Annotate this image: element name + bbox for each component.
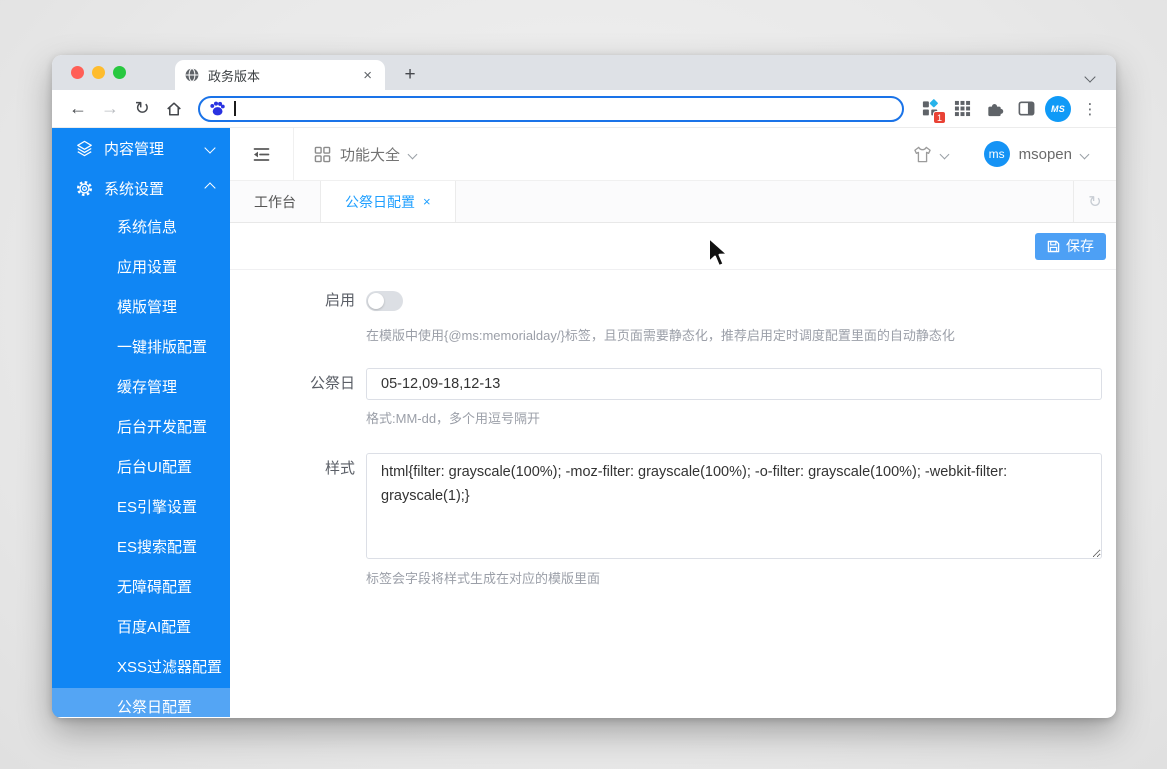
form-row-memorial-day: 公祭日 格式:MM-dd，多个用逗号隔开	[230, 368, 1116, 427]
sidebar: 内容管理 系统设置 系统信息 应用设置 模版管理 一键排版配置 缓存管理 后台开…	[52, 128, 230, 717]
memorial-day-input[interactable]	[366, 368, 1102, 400]
extensions-menu-button[interactable]	[981, 96, 1007, 122]
sidebar-group-label: 系统设置	[104, 180, 165, 198]
gear-icon	[76, 180, 93, 196]
enable-hint: 在模版中使用{@ms:memorialday/}标签，且页面需要静态化，推荐启用…	[366, 328, 955, 343]
extension-badge: 1	[933, 110, 946, 124]
globe-icon	[185, 68, 199, 82]
save-label: 保存	[1066, 238, 1094, 254]
user-avatar: ms	[983, 141, 1010, 167]
user-dropdown[interactable]: ms msopen	[983, 141, 1090, 167]
home-icon	[167, 101, 181, 116]
fullscreen-window-button[interactable]	[113, 66, 126, 79]
username: msopen	[1018, 145, 1072, 163]
new-tab-button[interactable]: +	[396, 61, 424, 89]
minimize-window-button[interactable]	[92, 66, 105, 79]
browser-tab-title: 政务版本	[208, 68, 261, 84]
tab-memorial-day-config[interactable]: 公祭日配置 ×	[321, 181, 456, 222]
memorial-day-hint: 格式:MM-dd，多个用逗号隔开	[366, 411, 541, 426]
form-row-style: 样式 html{filter: grayscale(100%); -moz-fi…	[230, 453, 1116, 587]
baidu-favicon	[210, 101, 225, 116]
app-menu-label: 功能大全	[340, 146, 401, 164]
refresh-tab-button[interactable]: ↻	[1073, 181, 1116, 222]
tab-label: 公祭日配置	[345, 193, 415, 210]
close-window-button[interactable]	[71, 66, 84, 79]
sidebar-item-app-settings[interactable]: 应用设置	[52, 248, 230, 288]
enable-label: 启用	[324, 292, 355, 309]
sidebar-item-backend-ui-config[interactable]: 后台UI配置	[52, 448, 230, 488]
sidebar-item-accessibility[interactable]: 无障碍配置	[52, 568, 230, 608]
tabbar-spacer	[456, 181, 1073, 222]
browser-profile-avatar: MS	[1045, 95, 1071, 122]
style-textarea[interactable]: html{filter: grayscale(100%); -moz-filte…	[366, 453, 1102, 559]
sidebar-item-cache-manage[interactable]: 缓存管理	[52, 368, 230, 408]
memorial-day-form: 启用 在模版中使用{@ms:memorialday/}标签，且页面需要静态化，推…	[230, 270, 1116, 587]
browser-window: 政务版本 × + ← → ↻ 1 MS ⋮ 内容管理 系统设置 系统信息 应用设…	[52, 55, 1116, 718]
toggle-knob	[368, 293, 384, 309]
browser-tabstrip: 政务版本 × +	[52, 55, 1116, 90]
workspace-tabbar: 工作台 公祭日配置 × ↻	[230, 181, 1116, 223]
collapse-sidebar-button[interactable]	[230, 128, 294, 180]
sidebar-item-xss-filter[interactable]: XSS过滤器配置	[52, 648, 230, 688]
apps-grid-icon	[954, 100, 970, 117]
admin-app: 内容管理 系统设置 系统信息 应用设置 模版管理 一键排版配置 缓存管理 后台开…	[52, 128, 1116, 717]
menu-fold-icon	[253, 147, 270, 161]
browser-tab[interactable]: 政务版本 ×	[175, 60, 385, 90]
sidebar-group-label: 内容管理	[104, 140, 165, 158]
address-bar[interactable]	[198, 95, 904, 122]
side-panel-icon	[1018, 101, 1034, 116]
puzzle-icon	[987, 104, 1003, 117]
extension-shortcut-button[interactable]: 1	[917, 96, 946, 124]
apps-grid-button[interactable]	[949, 96, 975, 122]
form-row-enable: 启用 在模版中使用{@ms:memorialday/}标签，且页面需要静态化，推…	[230, 291, 1116, 344]
chevron-down-icon	[1079, 149, 1090, 159]
memorial-day-label: 公祭日	[309, 375, 355, 392]
browser-toolbar: ← → ↻ 1 MS ⋮	[52, 90, 1116, 128]
back-button[interactable]: ←	[65, 96, 91, 122]
sidebar-item-template-manage[interactable]: 模版管理	[52, 288, 230, 328]
tab-workbench[interactable]: 工作台	[230, 181, 321, 222]
style-label: 样式	[324, 460, 355, 477]
sidebar-item-memorial-day[interactable]: 公祭日配置	[52, 688, 230, 717]
style-hint: 标签会字段将样式生成在对应的模版里面	[366, 571, 601, 586]
page-content: 保存 启用 在模版中使用{@ms:memorialday/}标签，且页面需要静态…	[230, 223, 1116, 717]
sidebar-item-es-search[interactable]: ES搜索配置	[52, 528, 230, 568]
save-button[interactable]: 保存	[1035, 232, 1106, 260]
layers-icon	[77, 140, 92, 156]
theme-dropdown[interactable]	[912, 145, 950, 164]
side-panel-button[interactable]	[1013, 96, 1039, 122]
main-area: 功能大全 ms msopen 工作台 公祭日配置 × ↻ 保存 启用 在模版中使…	[230, 128, 1116, 717]
browser-menu-button[interactable]: ⋮	[1077, 96, 1103, 122]
tshirt-icon	[913, 146, 931, 162]
home-button[interactable]	[161, 96, 187, 122]
sidebar-item-baidu-ai[interactable]: 百度AI配置	[52, 608, 230, 648]
close-tab-icon[interactable]: ×	[360, 67, 375, 84]
window-controls	[71, 66, 126, 79]
browser-profile-button[interactable]: MS	[1045, 95, 1071, 122]
sidebar-group-content[interactable]: 内容管理	[52, 128, 230, 168]
sidebar-item-es-engine[interactable]: ES引擎设置	[52, 488, 230, 528]
chevron-up-icon	[204, 182, 216, 194]
sidebar-item-backend-dev-config[interactable]: 后台开发配置	[52, 408, 230, 448]
desktop-background: 政务版本 × + ← → ↻ 1 MS ⋮ 内容管理 系统设置 系统信息 应用设…	[0, 0, 1167, 769]
text-cursor	[234, 101, 236, 116]
apps-icon	[314, 146, 331, 162]
sidebar-submenu: 系统信息 应用设置 模版管理 一键排版配置 缓存管理 后台开发配置 后台UI配置…	[52, 208, 230, 717]
sidebar-group-system[interactable]: 系统设置	[52, 168, 230, 208]
reload-button[interactable]: ↻	[129, 96, 155, 122]
tab-search-chevron-icon[interactable]	[1084, 68, 1096, 86]
chevron-down-icon	[204, 142, 216, 154]
sidebar-item-one-click-layout[interactable]: 一键排版配置	[52, 328, 230, 368]
forward-button: →	[101, 98, 119, 118]
close-tab-icon[interactable]: ×	[423, 194, 431, 209]
app-header: 功能大全 ms msopen	[230, 128, 1116, 181]
toolbar-right-icons: 1 MS ⋮	[914, 95, 1106, 124]
app-menu-dropdown[interactable]: 功能大全	[314, 144, 418, 165]
chevron-down-icon	[407, 149, 418, 159]
enable-toggle[interactable]	[366, 291, 403, 311]
chevron-down-icon	[939, 149, 950, 159]
sidebar-item-system-info[interactable]: 系统信息	[52, 208, 230, 248]
save-icon	[1047, 240, 1060, 252]
action-toolbar: 保存	[230, 223, 1116, 270]
